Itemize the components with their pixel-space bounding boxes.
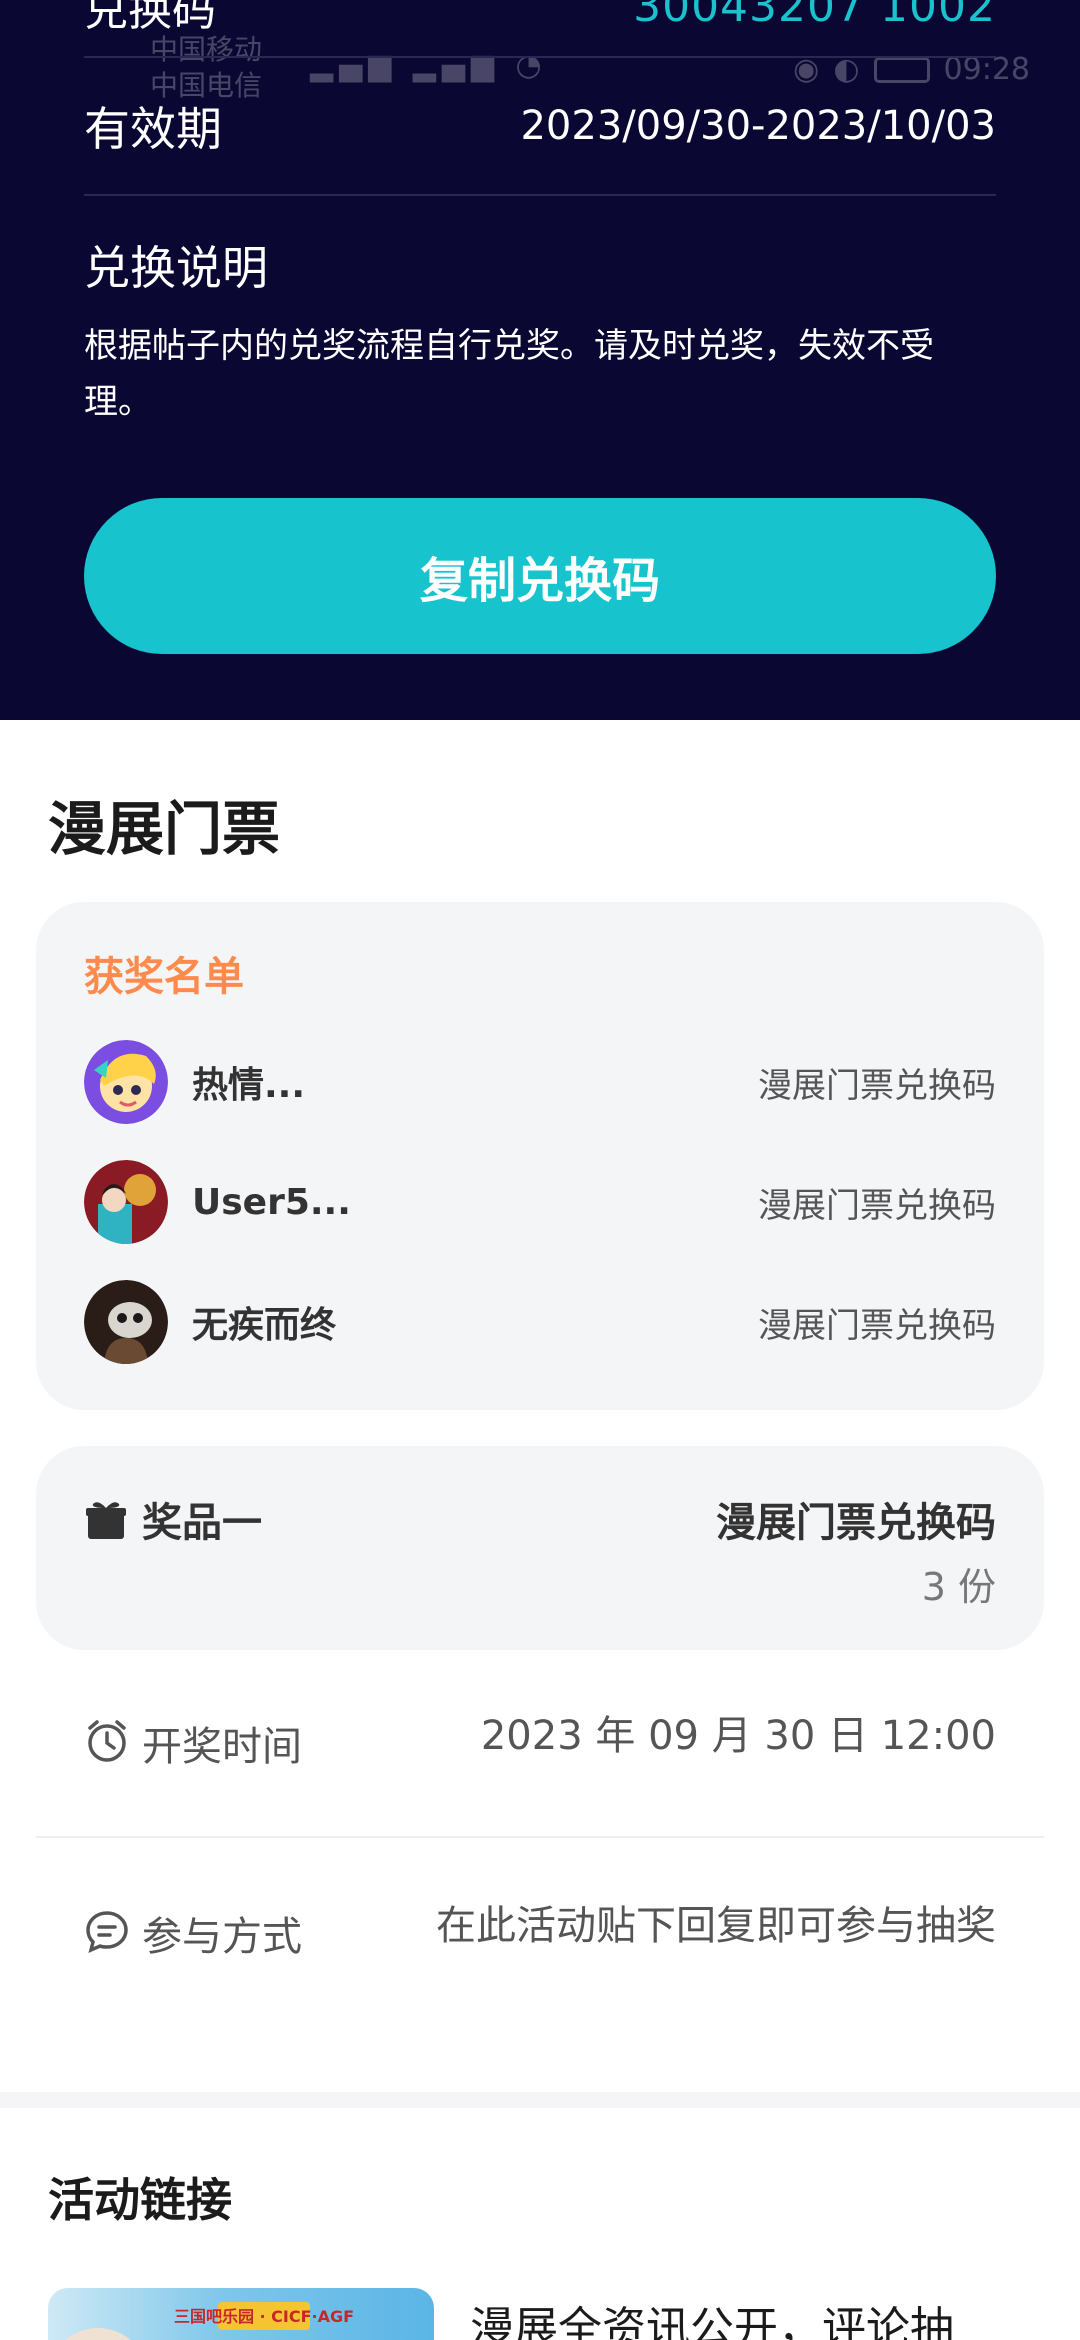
winner-prize: 漫展门票兑换码 (758, 1065, 996, 1106)
battery-icon (873, 56, 930, 83)
divider (84, 194, 996, 196)
winner-row[interactable]: User5... 漫展门票兑换码 (84, 1160, 996, 1244)
instructions-text: 根据帖子内的兑奖流程自行兑奖。请及时兑奖，失效不受理。 (84, 326, 934, 422)
winner-prize: 漫展门票兑换码 (758, 1305, 996, 1346)
participation-value: 在此活动贴下回复即可参与抽奖 (436, 1903, 996, 1949)
code-value[interactable]: 30043207 1002 (633, 0, 996, 32)
winner-name: User5... (192, 1181, 351, 1223)
prize-card: 奖品一 漫展门票兑换码 3 份 (36, 1446, 1044, 1650)
participation-row: 参与方式 在此活动贴下回复即可参与抽奖 (84, 1903, 996, 1962)
copy-code-button[interactable]: 复制兑换码 (84, 498, 996, 654)
draw-time-row: 开奖时间 2023 年 09 月 30 日 12:00 (84, 1713, 996, 1772)
activity-link-item-title[interactable]: 漫展全资讯公开，评论抽 (470, 2292, 1030, 2340)
redeem-panel: 中国移动 中国电信 ▂▄▆ ▂▄▆ ◔ ◉ ◐ 09:28 兑换码 300432… (0, 0, 1080, 720)
activity-link-title: 活动链接 (48, 2173, 232, 2227)
lottery-title: 漫展门票 (48, 795, 281, 863)
avatar[interactable] (84, 1160, 168, 1244)
thumb-logo-text: 三国吧乐园 · CICF·AGF (174, 2307, 354, 2326)
prize-left: 奖品一 (84, 1490, 262, 1548)
code-label: 兑换码 (84, 0, 216, 36)
prize-name: 漫展门票兑换码 (716, 1500, 996, 1546)
activity-link-thumbnail[interactable]: 三国吧乐园 · CICF·AGF (48, 2288, 434, 2340)
prize-label: 奖品一 (142, 1500, 262, 1546)
code-row: 兑换码 30043207 1002 (84, 0, 996, 56)
validity-value: 2023/09/30-2023/10/03 (520, 103, 996, 149)
validity-row: 有效期 2023/09/30-2023/10/03 (84, 86, 996, 166)
alarm-clock-icon (88, 1720, 126, 1762)
draw-time-label: 开奖时间 (142, 1724, 302, 1770)
chat-bubble-icon (86, 1911, 128, 1954)
winner-row[interactable]: 热情... 漫展门票兑换码 (84, 1040, 996, 1124)
prize-quantity: 3 份 (921, 1565, 996, 1609)
draw-time-value: 2023 年 09 月 30 日 12:00 (480, 1713, 996, 1759)
winners-title: 获奖名单 (84, 954, 244, 1000)
winners-card: 获奖名单 热情... 漫展门票兑换码 User5... 漫展门票兑换码 无疾而终… (36, 902, 1044, 1410)
lottery-detail-page: 中国移动 中国电信 ▂▄▆ ▂▄▆ ◔ ◉ ◐ 09:28 兑换码 300432… (0, 0, 1080, 2340)
avatar[interactable] (84, 1040, 168, 1124)
participation-label: 参与方式 (142, 1914, 302, 1960)
instructions-title: 兑换说明 (84, 241, 268, 295)
divider (84, 56, 996, 58)
divider (36, 1836, 1044, 1838)
winner-name: 热情... (192, 1065, 306, 1106)
gift-icon (86, 1502, 126, 1539)
winner-row[interactable]: 无疾而终 漫展门票兑换码 (84, 1280, 996, 1364)
section-separator (0, 2092, 1080, 2108)
winner-name: 无疾而终 (192, 1305, 337, 1346)
validity-label: 有效期 (84, 102, 222, 156)
winner-prize: 漫展门票兑换码 (758, 1185, 996, 1226)
avatar[interactable] (84, 1280, 168, 1364)
